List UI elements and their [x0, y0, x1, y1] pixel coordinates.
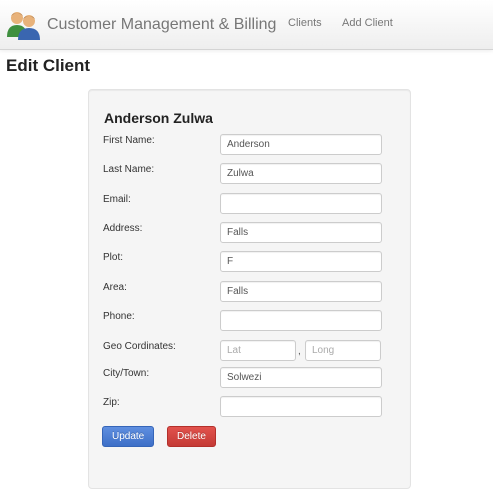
geo-coordinates-label: Geo Cordinates: — [103, 341, 176, 352]
latitude-input[interactable] — [220, 340, 296, 361]
address-input[interactable] — [220, 222, 382, 243]
area-row: Area: — [89, 281, 410, 303]
page-title: Edit Client — [6, 56, 91, 75]
plot-row: Plot: — [89, 251, 410, 273]
plot-input[interactable] — [220, 251, 382, 272]
coordinate-separator: , — [298, 346, 301, 357]
zip-row: Zip: — [89, 396, 410, 418]
phone-label: Phone: — [103, 311, 135, 322]
last-name-row: Last Name: — [89, 163, 410, 185]
delete-button[interactable]: Delete — [167, 426, 216, 447]
city-input[interactable] — [220, 367, 382, 388]
address-label: Address: — [103, 223, 143, 234]
update-button[interactable]: Update — [102, 426, 155, 447]
brand-title: Customer Management & Billing — [47, 16, 277, 33]
longitude-input[interactable] — [305, 340, 381, 361]
first-name-row: First Name: — [89, 134, 410, 156]
area-input[interactable] — [220, 281, 382, 302]
zip-label: Zip: — [103, 397, 120, 408]
email-row: Email: — [89, 193, 410, 215]
email-input[interactable] — [220, 193, 382, 214]
area-label: Area: — [103, 282, 127, 293]
last-name-label: Last Name: — [103, 164, 155, 175]
nav-clients-link[interactable]: Clients — [288, 17, 322, 29]
city-row: City/Town: — [89, 367, 410, 389]
top-navbar: Customer Management & Billing Clients Ad… — [0, 0, 493, 50]
email-label: Email: — [103, 194, 131, 205]
city-label: City/Town: — [103, 368, 150, 379]
phone-input[interactable] — [220, 310, 382, 331]
nav-add-client-link[interactable]: Add Client — [342, 17, 393, 29]
edit-client-form: Anderson Zulwa First Name: Last Name: Em… — [88, 89, 411, 489]
last-name-input[interactable] — [220, 163, 382, 184]
geo-coordinates-row: Geo Cordinates: , — [89, 340, 410, 362]
users-icon — [7, 12, 40, 40]
client-name-heading: Anderson Zulwa — [104, 110, 213, 126]
first-name-label: First Name: — [103, 135, 155, 146]
address-row: Address: — [89, 222, 410, 244]
phone-row: Phone: — [89, 310, 410, 332]
plot-label: Plot: — [103, 252, 124, 263]
first-name-input[interactable] — [220, 134, 382, 155]
brand[interactable]: Customer Management & Billing — [6, 9, 276, 41]
zip-input[interactable] — [220, 396, 382, 417]
